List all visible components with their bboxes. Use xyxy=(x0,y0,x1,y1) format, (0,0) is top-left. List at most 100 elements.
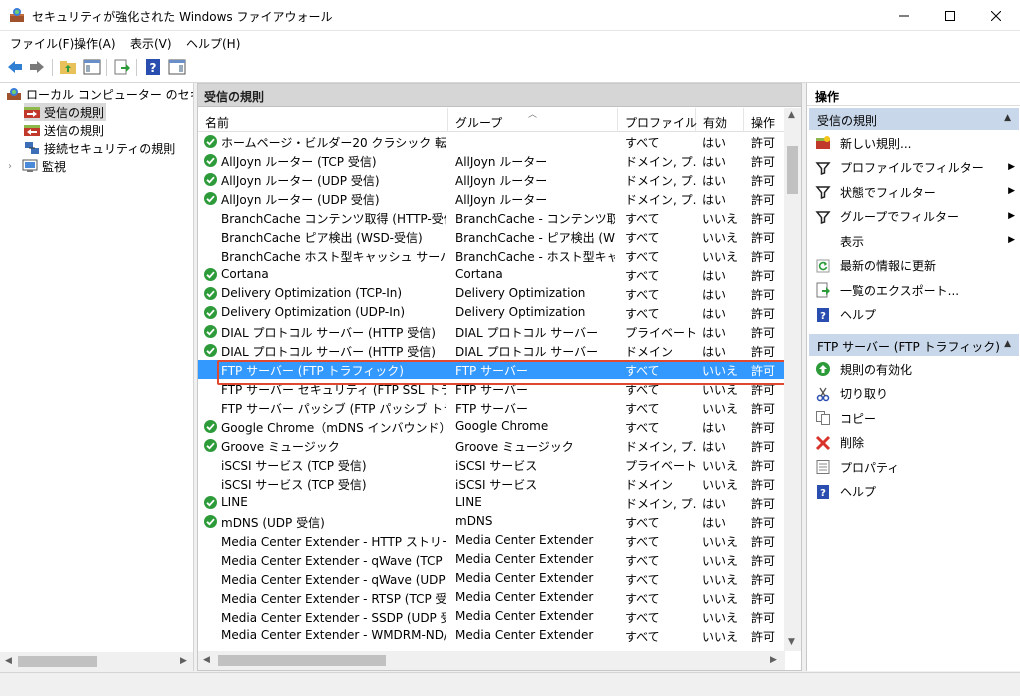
menu-help[interactable]: ヘルプ(H) xyxy=(186,35,240,52)
scroll-up-icon[interactable]: ▲ xyxy=(788,110,795,120)
table-row[interactable]: DIAL プロトコル サーバー (HTTP 受信) DIAL プロトコル サーバー… xyxy=(198,341,785,360)
tree-item-monitoring[interactable]: › 監視 xyxy=(8,157,66,175)
rule-group: Media Center Extender xyxy=(455,571,594,585)
export-list-icon[interactable] xyxy=(113,58,131,76)
collapse-caret-icon[interactable]: ▲ xyxy=(1004,113,1011,123)
table-row[interactable]: FTP サーバー (FTP トラフィック) FTP サーバー すべて いいえ 許可 xyxy=(198,360,785,379)
scrollbar-thumb[interactable] xyxy=(787,146,798,194)
column-header-enabled[interactable]: 有効 xyxy=(696,108,744,132)
help-icon[interactable]: ? xyxy=(144,58,162,76)
column-header-action[interactable]: 操作 xyxy=(744,108,785,132)
rule-group: DIAL プロトコル サーバー xyxy=(455,326,599,340)
delete-icon xyxy=(815,435,831,451)
action-item[interactable]: 切り取り xyxy=(815,383,1015,405)
table-row[interactable]: BranchCache ホスト型キャッシュ サーバー (HT... BranchC… xyxy=(198,246,785,265)
table-row[interactable]: iSCSI サービス (TCP 受信) iSCSI サービス プライベート... いい… xyxy=(198,455,785,474)
table-row[interactable]: Delivery Optimization (TCP-In) Delivery O… xyxy=(198,284,785,303)
actions-section-inbound-rules[interactable]: 受信の規則 ▲ xyxy=(809,108,1019,130)
table-row[interactable]: mDNS (UDP 受信) mDNS すべて はい 許可 xyxy=(198,512,785,531)
tree-horizontal-scrollbar[interactable]: ◀ ▶ xyxy=(0,652,193,671)
maximize-button[interactable] xyxy=(927,0,973,31)
table-row[interactable]: Media Center Extender - RTSP (TCP 受信) Med… xyxy=(198,588,785,607)
action-item[interactable]: 規則の有効化 xyxy=(815,358,1015,380)
menu-action[interactable]: 操作(A) xyxy=(74,35,116,52)
column-header-profile[interactable]: プロファイル xyxy=(618,108,697,132)
rule-name: mDNS (UDP 受信) xyxy=(221,516,325,530)
action-item[interactable]: 一覧のエクスポート... xyxy=(815,279,1015,301)
tree-root[interactable]: ローカル コンピューター のセキュリティ xyxy=(6,85,193,103)
table-row[interactable]: AllJoyn ルーター (UDP 受信) AllJoyn ルーター ドメイン, プ… xyxy=(198,170,785,189)
scroll-left-icon[interactable]: ◀ xyxy=(203,655,210,665)
table-row[interactable]: iSCSI サービス (TCP 受信) iSCSI サービス ドメイン いいえ 許可 xyxy=(198,474,785,493)
folder-up-icon[interactable] xyxy=(59,58,77,76)
show-hide-console-tree-icon[interactable] xyxy=(83,58,101,76)
horizontal-scrollbar[interactable]: ◀ ▶ xyxy=(198,651,785,670)
table-row[interactable]: Media Center Extender - WMDRM-ND/R... Med… xyxy=(198,626,785,645)
minimize-button[interactable] xyxy=(881,0,927,31)
scroll-left-icon[interactable]: ◀ xyxy=(5,656,12,666)
action-item[interactable]: 最新の情報に更新 xyxy=(815,255,1015,277)
actions-section-selected-rule[interactable]: FTP サーバー (FTP トラフィック) ▲ xyxy=(809,334,1019,356)
action-item[interactable]: ? ヘルプ xyxy=(815,481,1015,503)
table-row[interactable]: Media Center Extender - SSDP (UDP 受信) Med… xyxy=(198,607,785,626)
back-arrow-icon[interactable] xyxy=(6,58,24,76)
rule-profile: すべて xyxy=(625,554,660,568)
action-item[interactable]: 状態でフィルター ▶ xyxy=(815,181,1015,203)
tree-item-outbound-rules[interactable]: 送信の規則 xyxy=(24,121,104,139)
action-item[interactable]: プロファイルでフィルター ▶ xyxy=(815,157,1015,179)
action-item[interactable]: グループでフィルター ▶ xyxy=(815,206,1015,228)
rule-enabled: はい xyxy=(702,497,727,511)
rule-group: Delivery Optimization xyxy=(455,305,586,319)
expand-chevron-icon[interactable]: › xyxy=(8,161,22,172)
rule-name: AllJoyn ルーター (UDP 受信) xyxy=(221,193,380,207)
action-label: 削除 xyxy=(840,436,865,450)
table-row[interactable]: BranchCache コンテンツ取得 (HTTP-受信) BranchCache… xyxy=(198,208,785,227)
menu-view[interactable]: 表示(V) xyxy=(130,35,172,52)
table-row[interactable]: Groove ミュージック Groove ミュージック ドメイン, プ... はい 許可 xyxy=(198,436,785,455)
action-item[interactable]: ? ヘルプ xyxy=(815,304,1015,326)
rule-name: BranchCache ホスト型キャッシュ サーバー (HT... xyxy=(221,250,446,264)
table-row[interactable]: Media Center Extender - qWave (TCP 受信) Me… xyxy=(198,550,785,569)
table-row[interactable]: Cortana Cortana すべて はい 許可 xyxy=(198,265,785,284)
column-header-name[interactable]: 名前 xyxy=(198,108,448,132)
properties-icon xyxy=(815,459,831,475)
table-row[interactable]: LINE LINE ドメイン, プ... はい 許可 xyxy=(198,493,785,512)
table-row[interactable]: DIAL プロトコル サーバー (HTTP 受信) DIAL プロトコル サーバー… xyxy=(198,322,785,341)
action-item[interactable]: 新しい規則... xyxy=(815,132,1015,154)
scroll-right-icon[interactable]: ▶ xyxy=(180,656,187,666)
rule-group: AllJoyn ルーター xyxy=(455,193,548,207)
tree-item-connection-security-rules[interactable]: 接続セキュリティの規則 xyxy=(24,139,175,157)
submenu-arrow-icon: ▶ xyxy=(1008,161,1015,172)
forward-arrow-icon[interactable] xyxy=(28,58,46,76)
rule-profile: すべて xyxy=(625,535,660,549)
scrollbar-thumb[interactable] xyxy=(18,656,97,667)
menu-file[interactable]: ファイル(F) xyxy=(10,35,74,52)
inbound-rules-icon xyxy=(24,107,40,118)
close-button[interactable] xyxy=(973,0,1019,31)
table-row[interactable]: Delivery Optimization (UDP-In) Delivery O… xyxy=(198,303,785,322)
table-row[interactable]: BranchCache ピア検出 (WSD-受信) BranchCache - ピ… xyxy=(198,227,785,246)
tree-item-inbound-rules[interactable]: 受信の規則 xyxy=(24,103,106,121)
action-item[interactable]: 表示 ▶ xyxy=(815,230,1015,252)
table-row[interactable]: FTP サーバー セキュリティ (FTP SSL トラフィック... FTP サー… xyxy=(198,379,785,398)
table-row[interactable]: Media Center Extender - HTTP ストリーミン... Me… xyxy=(198,531,785,550)
vertical-scrollbar[interactable]: ▲ ▼ xyxy=(784,108,801,651)
rule-group: Media Center Extender xyxy=(455,533,594,547)
table-row[interactable]: FTP サーバー パッシブ (FTP パッシブ トラフィック... FTP サーバ… xyxy=(198,398,785,417)
scrollbar-thumb[interactable] xyxy=(218,655,386,666)
table-row[interactable]: ホームページ・ビルダー20 クラシック 転送予約ブ... すべて はい 許可 xyxy=(198,132,785,151)
action-item[interactable]: コピー xyxy=(815,407,1015,429)
enabled-check-icon xyxy=(204,344,217,357)
scroll-right-icon[interactable]: ▶ xyxy=(770,655,777,665)
table-row[interactable]: AllJoyn ルーター (UDP 受信) AllJoyn ルーター ドメイン, プ… xyxy=(198,189,785,208)
tree-label: 監視 xyxy=(42,159,67,174)
table-row[interactable]: Media Center Extender - qWave (UDP 受... M… xyxy=(198,569,785,588)
action-item[interactable]: 削除 xyxy=(815,432,1015,454)
collapse-caret-icon[interactable]: ▲ xyxy=(1004,339,1011,349)
table-row[interactable]: Google Chrome（mDNS インバウンド） Google Chrome す… xyxy=(198,417,785,436)
rule-enabled: はい xyxy=(702,155,727,169)
action-item[interactable]: プロパティ xyxy=(815,456,1015,478)
show-hide-action-pane-icon[interactable] xyxy=(168,58,186,76)
table-row[interactable]: AllJoyn ルーター (TCP 受信) AllJoyn ルーター ドメイン, プ… xyxy=(198,151,785,170)
scroll-down-icon[interactable]: ▼ xyxy=(788,637,795,647)
